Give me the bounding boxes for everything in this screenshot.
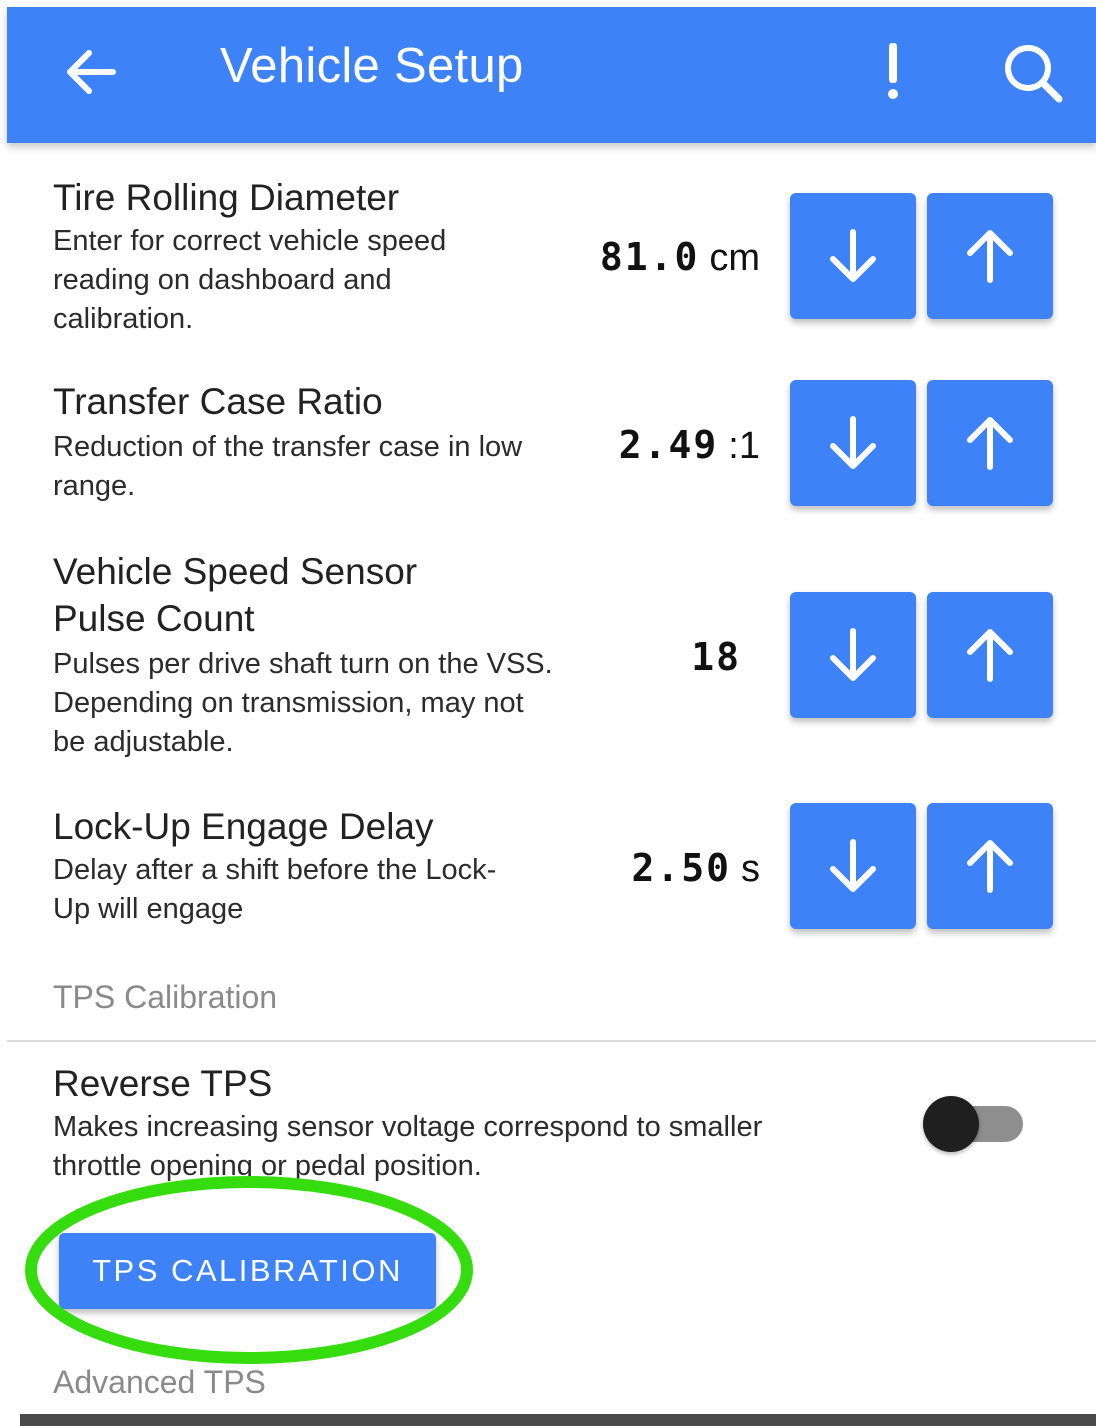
decrease-button[interactable] — [790, 592, 916, 718]
toggle-thumb — [923, 1096, 979, 1152]
reverse-tps-toggle[interactable] — [921, 1094, 1027, 1154]
value-number: 18 — [691, 635, 741, 679]
exclamation-icon — [888, 43, 898, 99]
increase-button[interactable] — [927, 592, 1053, 718]
vehicle-setup-screen: Vehicle Setup Tire Rolling Diameter Ente… — [0, 0, 1096, 1426]
setting-lockup-engage-delay: Lock-Up Engage Delay Delay after a shift… — [0, 803, 1096, 943]
arrow-down-icon — [830, 628, 876, 681]
value-number: 2.49 — [618, 423, 719, 467]
value-unit: cm — [709, 237, 760, 279]
tps-calibration-button[interactable]: TPS CALIBRATION — [59, 1233, 436, 1309]
arrow-left-icon — [67, 50, 116, 94]
app-bar: Vehicle Setup — [7, 7, 1096, 143]
setting-value: 81.0 cm — [600, 232, 760, 283]
arrow-up-icon — [967, 417, 1013, 470]
section-header-advanced-tps: Advanced TPS — [53, 1364, 266, 1400]
increase-button[interactable] — [927, 193, 1053, 319]
setting-transfer-case-ratio: Transfer Case Ratio Reduction of the tra… — [0, 378, 1096, 518]
page-title: Vehicle Setup — [220, 39, 524, 93]
arrow-down-icon — [830, 229, 876, 282]
setting-description: Enter for correct vehicle speed reading … — [53, 225, 447, 335]
setting-name: Reverse TPS — [53, 1063, 273, 1104]
decrease-button[interactable] — [790, 803, 916, 929]
alert-button[interactable] — [869, 37, 917, 107]
setting-description: Makes increasing sensor voltage correspo… — [53, 1111, 763, 1182]
setting-name: Vehicle Speed Sensor Pulse Count — [53, 551, 418, 639]
setting-vss-pulse-count: Vehicle Speed Sensor Pulse Count Pulses … — [0, 548, 1096, 768]
setting-value: 2.50 s — [631, 843, 760, 894]
arrow-up-icon — [967, 840, 1013, 893]
arrow-up-icon — [967, 629, 1013, 682]
bottom-edge — [20, 1414, 1096, 1426]
arrow-down-icon — [830, 839, 876, 892]
section-header-tps-calibration: TPS Calibration — [53, 979, 278, 1015]
arrow-down-icon — [830, 416, 876, 469]
setting-tire-rolling-diameter: Tire Rolling Diameter Enter for correct … — [0, 170, 1096, 350]
value-unit: s — [741, 848, 760, 890]
setting-description: Reduction of the transfer case in low ra… — [53, 431, 523, 502]
arrow-up-icon — [967, 230, 1013, 283]
search-icon — [1005, 45, 1063, 103]
setting-name: Tire Rolling Diameter — [53, 177, 400, 218]
value-number: 2.50 — [631, 846, 731, 890]
back-button[interactable] — [59, 39, 125, 105]
value-unit: :1 — [728, 425, 760, 467]
section-divider — [7, 1040, 1096, 1042]
decrease-button[interactable] — [790, 380, 916, 506]
increase-button[interactable] — [927, 380, 1053, 506]
value-number: 81.0 — [599, 235, 700, 279]
search-button[interactable] — [997, 37, 1069, 109]
decrease-button[interactable] — [790, 193, 916, 319]
setting-value: 2.49:1 — [619, 420, 760, 471]
setting-name: Transfer Case Ratio — [53, 381, 383, 422]
setting-name: Lock-Up Engage Delay — [53, 806, 434, 847]
setting-description: Delay after a shift before the Lock-Up w… — [53, 854, 497, 925]
increase-button[interactable] — [927, 803, 1053, 929]
setting-value: 18 — [691, 632, 741, 683]
setting-description: Pulses per drive shaft turn on the VSS. … — [53, 648, 553, 758]
